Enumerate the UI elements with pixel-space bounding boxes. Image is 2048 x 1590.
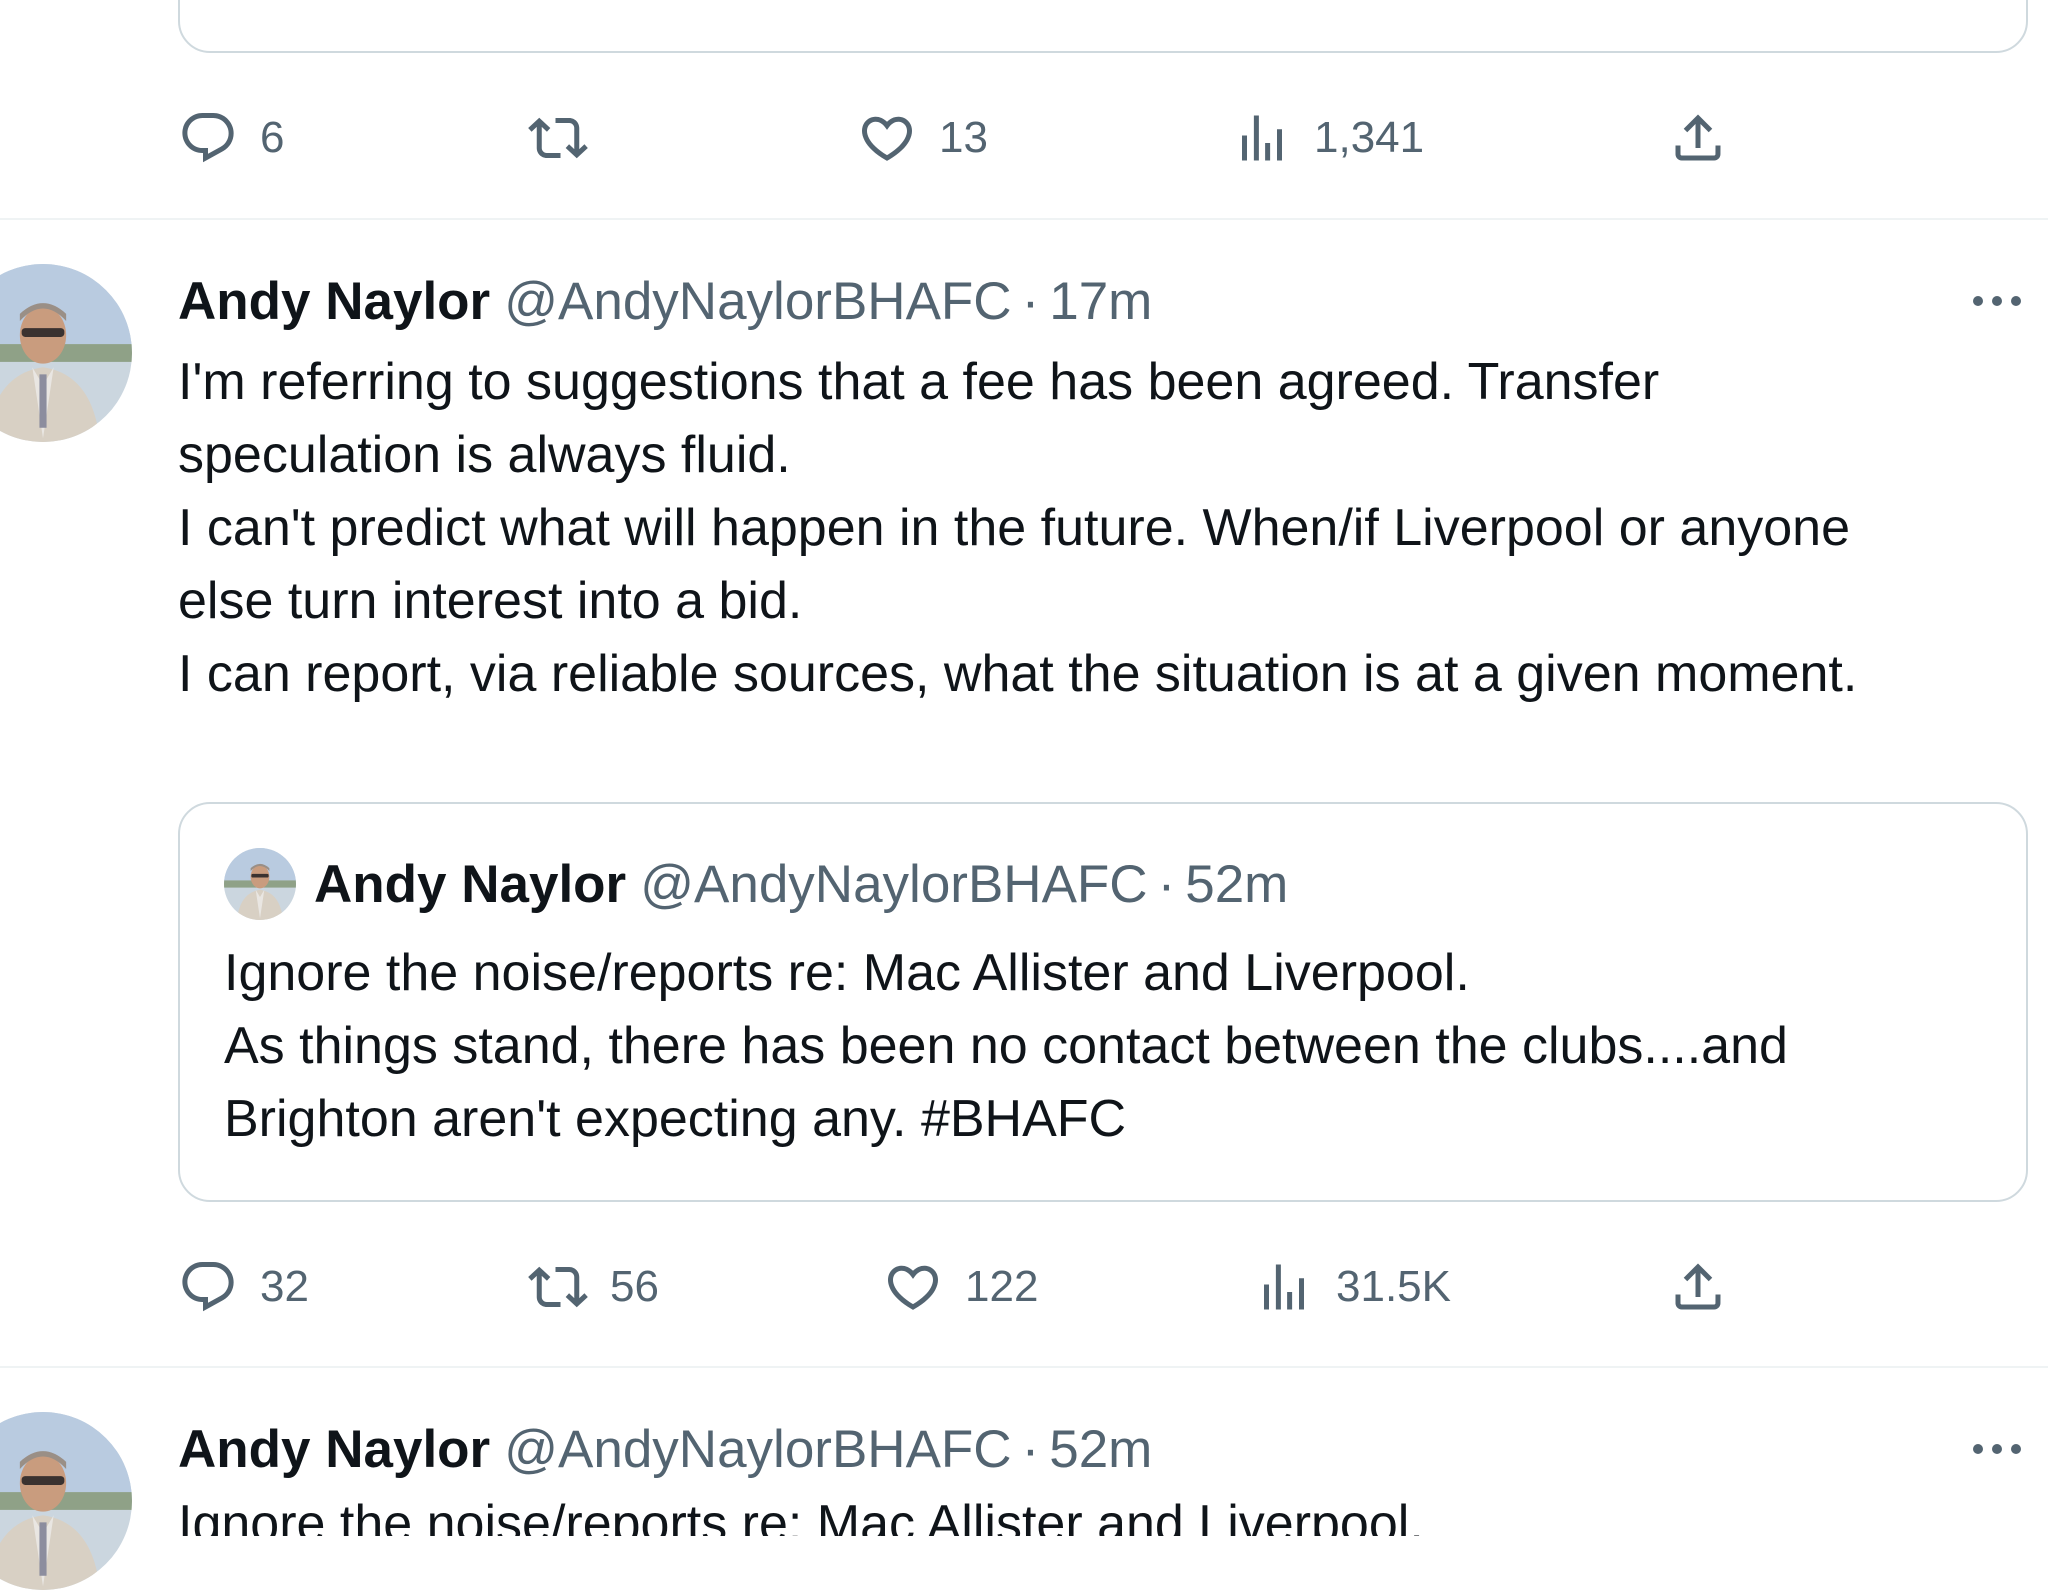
retweet-icon: [528, 1266, 588, 1308]
more-icon: [1973, 296, 2021, 306]
next-tweet-header: Andy Naylor @AndyNaylorBHAFC · 52m: [178, 1417, 1152, 1481]
views-button[interactable]: 31.5K: [1254, 1257, 1451, 1317]
tweet-actions: 32 56 122 31.5K: [0, 1257, 2048, 1317]
quote-separator: ·: [1157, 854, 1176, 914]
like-button[interactable]: 13: [857, 108, 988, 168]
share-button[interactable]: [1668, 1257, 1728, 1317]
like-button[interactable]: 122: [883, 1257, 1038, 1317]
quote-author-handle: @AndyNaylorBHAFC: [640, 854, 1148, 914]
avatar-photo-icon: [0, 264, 132, 442]
quote-header: Andy Naylor @AndyNaylorBHAFC · 52m: [314, 852, 1288, 916]
quote-time: 52m: [1185, 854, 1289, 914]
reply-icon: [182, 113, 234, 163]
heart-icon: [887, 1265, 939, 1310]
author-handle[interactable]: @AndyNaylorBHAFC: [504, 1419, 1011, 1480]
tweet-divider: [0, 1366, 2048, 1368]
tweet-text: I'm referring to suggestions that a fee …: [178, 346, 2028, 711]
tweet-text-line: I'm referring to suggestions that a fee …: [178, 353, 1660, 411]
tweet-text-line: I can report, via reliable sources, what…: [178, 645, 1858, 703]
tweet-divider: [0, 218, 2048, 220]
tweet-text-line: else turn interest into a bid.: [178, 572, 803, 630]
share-button[interactable]: [1668, 108, 1728, 168]
tweet-time[interactable]: 17m: [1049, 271, 1152, 332]
previous-tweet-actions: 6 13 1,341: [0, 108, 2048, 168]
separator: ·: [1021, 271, 1040, 331]
quote-author-name: Andy Naylor: [314, 854, 627, 914]
views-button[interactable]: 1,341: [1232, 108, 1424, 168]
quote-text: Ignore the noise/reports re: Mac Alliste…: [224, 937, 1788, 1156]
more-button[interactable]: [1966, 1418, 2028, 1480]
quote-avatar-photo-icon: [224, 848, 296, 920]
author-name[interactable]: Andy Naylor: [178, 271, 490, 332]
avatar[interactable]: [0, 1412, 132, 1590]
reply-count: 32: [260, 1262, 309, 1311]
more-button[interactable]: [1966, 270, 2028, 332]
reply-button[interactable]: 32: [178, 1257, 309, 1317]
author-name[interactable]: Andy Naylor: [178, 1419, 490, 1480]
retweet-count: 56: [610, 1262, 659, 1311]
next-tweet-text: Ignore the noise/reports re: Mac Alliste…: [178, 1496, 2028, 1536]
retweet-icon: [528, 117, 588, 159]
views-count: 31.5K: [1336, 1262, 1451, 1311]
quote-avatar[interactable]: [224, 848, 296, 920]
tweet-header: Andy Naylor @AndyNaylorBHAFC · 17m: [178, 269, 1152, 333]
tweet-text-line: Ignore the noise/reports re: Mac Alliste…: [178, 1496, 1424, 1536]
heart-icon: [861, 116, 913, 161]
reply-count: 6: [260, 113, 285, 162]
previous-quote-card[interactable]: [178, 0, 2028, 53]
like-count: 13: [939, 113, 988, 162]
views-icon: [1242, 115, 1282, 161]
avatar-photo-icon: [0, 1412, 132, 1590]
tweet-text-line: I can't predict what will happen in the …: [178, 499, 1850, 557]
avatar[interactable]: [0, 264, 132, 442]
quote-text-line: Brighton aren't expecting any. #BHAFC: [224, 1090, 1127, 1148]
views-icon: [1264, 1264, 1304, 1310]
quote-text-line: As things stand, there has been no conta…: [224, 1017, 1788, 1075]
retweet-button[interactable]: 56: [528, 1257, 659, 1317]
quote-text-line: Ignore the noise/reports re: Mac Alliste…: [224, 944, 1470, 1002]
views-count: 1,341: [1314, 113, 1425, 162]
separator: ·: [1021, 1419, 1040, 1479]
share-icon: [1675, 114, 1721, 161]
share-icon: [1675, 1263, 1721, 1310]
like-count: 122: [965, 1262, 1039, 1311]
more-icon: [1973, 1444, 2021, 1454]
retweet-button[interactable]: [528, 108, 610, 168]
reply-button[interactable]: 6: [178, 108, 284, 168]
tweet-time[interactable]: 52m: [1049, 1419, 1152, 1480]
author-handle[interactable]: @AndyNaylorBHAFC: [504, 271, 1011, 332]
tweet-text-line: speculation is always fluid.: [178, 426, 791, 484]
reply-icon: [182, 1262, 234, 1312]
